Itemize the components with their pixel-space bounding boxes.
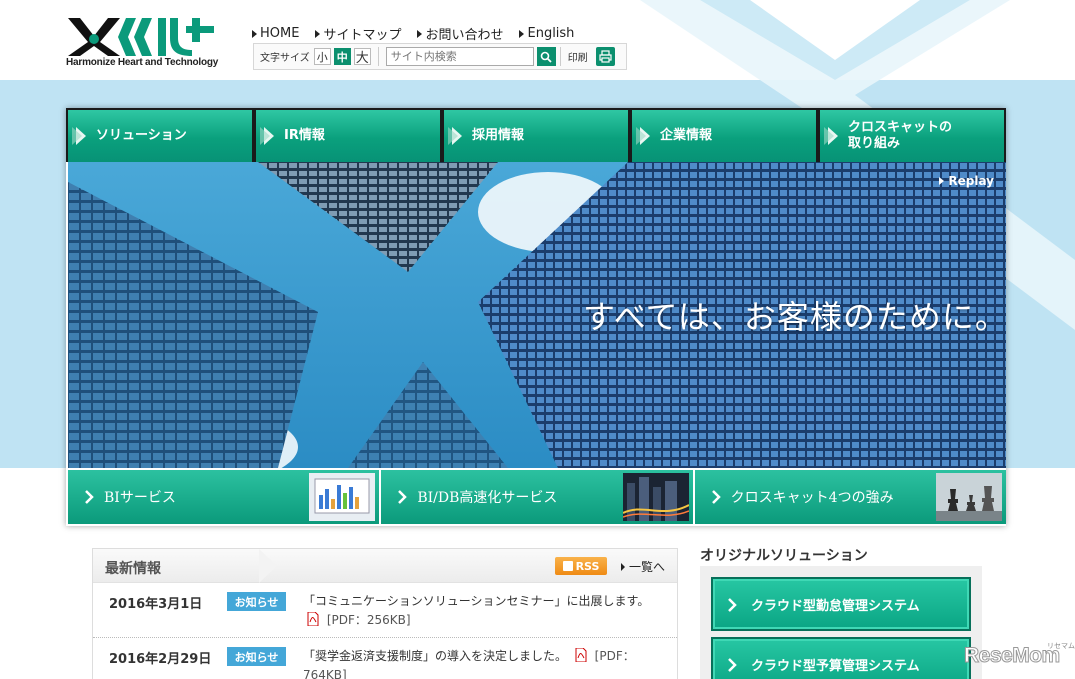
logo-tagline: Harmonize Heart and Technology [66,57,219,68]
font-size-small-button[interactable]: 小 [313,48,331,65]
chevron-right-icon [728,598,737,612]
chess-pieces-thumbnail [935,473,1002,521]
news-date: 2016年2月29日 [109,652,212,667]
news-more-link[interactable]: 一覧へ [621,558,665,575]
cloud-budget-label: クラウド型予算管理システム [751,658,920,674]
toolbar-divider [377,47,379,66]
english-link[interactable]: English [519,24,574,43]
font-size-large-button[interactable]: 大 [353,48,371,66]
rss-label: RSS [575,559,600,573]
sitemap-link[interactable]: サイトマップ [315,24,401,43]
nav-item-initiatives[interactable]: クロスキャットの 取り組み [820,110,1004,162]
news-link[interactable]: 「コミュニケーションソリューションセミナー」に出展します。 [303,594,649,608]
city-lights-thumbnail [622,473,689,521]
cloud-attendance-label: クラウド型勤怠管理システム [751,598,920,614]
cloud-attendance-button[interactable]: クラウド型勤怠管理システム [711,577,971,631]
news-panel: 最新情報 RSS 一覧へ 2016年3月1日 お知らせ 「コミュニケーションソリ… [92,548,678,679]
service-strengths-label: クロスキャット4つの強み [730,490,894,506]
news-date: 2016年3月1日 [109,597,203,612]
hero-headline: すべては、お客様のために。 [583,298,1006,336]
rss-button[interactable]: RSS [555,557,607,575]
font-size-label: 文字サイズ [260,53,310,64]
chevron-right-icon [398,490,408,504]
service-bi-button[interactable]: BIサービス [68,470,380,524]
font-size-medium-button[interactable]: 中 [333,48,351,65]
print-label: 印刷 [567,53,588,64]
nav-item-ir[interactable]: IR情報 [256,110,440,162]
news-title: 最新情報 [105,561,161,577]
hero-banner: すべては、お客様のために。 Replay [68,162,1006,468]
news-body: 「奨学金返済支援制度」の導入を決定しました。 [PDF：764KB] [303,647,665,679]
original-solutions-title: オリジナルソリューション [700,548,868,564]
nav-item-solutions[interactable]: ソリューション [68,110,252,162]
search-button[interactable] [536,47,556,66]
chevron-right-icon [85,490,94,504]
cloud-budget-button[interactable]: クラウド型予算管理システム [711,637,971,679]
printer-icon [599,50,612,63]
service-bi-label: BIサービス [104,490,176,506]
chevron-right-icon [711,490,721,504]
resemom-watermark: ReseMom [964,644,1061,668]
news-item: 2016年2月29日 お知らせ 「奨学金返済支援制度」の導入を決定しました。 [… [93,638,677,679]
utility-toolbar: 文字サイズ 小 中 大 印刷 [253,43,627,70]
news-item: 2016年3月1日 お知らせ 「コミュニケーションソリューションセミナー」に出展… [93,583,677,638]
news-header: 最新情報 RSS 一覧へ [93,549,677,583]
service-bidb-button[interactable]: BI/DB高速化サービス [381,470,693,524]
pdf-icon [307,612,319,626]
news-body: 「コミュニケーションソリューションセミナー」に出展します。 [PDF：256KB… [303,592,665,630]
chevron-right-icon [728,658,737,672]
pdf-icon [575,648,587,662]
news-category-badge: お知らせ [227,647,286,666]
nav-item-initiatives-label: クロスキャットの 取り組み [848,120,953,151]
nav-item-recruit[interactable]: 採用情報 [444,110,628,162]
home-link[interactable]: HOME [252,24,299,43]
global-nav: ソリューション IR情報 採用情報 企業情報 クロスキャットの 取り組み [66,108,1006,162]
news-tab-arrow [259,549,277,583]
news-link[interactable]: 「奨学金返済支援制度」の導入を決定しました。 [303,649,567,663]
contact-link[interactable]: お問い合わせ [417,24,503,43]
nav-item-company[interactable]: 企業情報 [632,110,816,162]
news-category-badge: お知らせ [227,592,286,611]
service-bidb-label: BI/DB高速化サービス [417,490,558,506]
print-button[interactable] [595,47,615,66]
toolbar-divider [559,47,561,66]
service-strengths-button[interactable]: クロスキャット4つの強み [694,470,1006,524]
replay-button[interactable]: Replay [939,174,994,188]
rss-icon [562,561,573,571]
site-search-input[interactable] [385,47,534,66]
utility-links: HOME サイトマップ お問い合わせ English [252,24,574,43]
service-banners: BIサービス BI/DB高速化サービス クロスキャット4つの強み [68,470,1006,524]
search-icon [540,51,552,63]
pdf-size: [PDF：256KB] [326,613,411,627]
bi-dashboard-thumbnail [309,473,376,521]
